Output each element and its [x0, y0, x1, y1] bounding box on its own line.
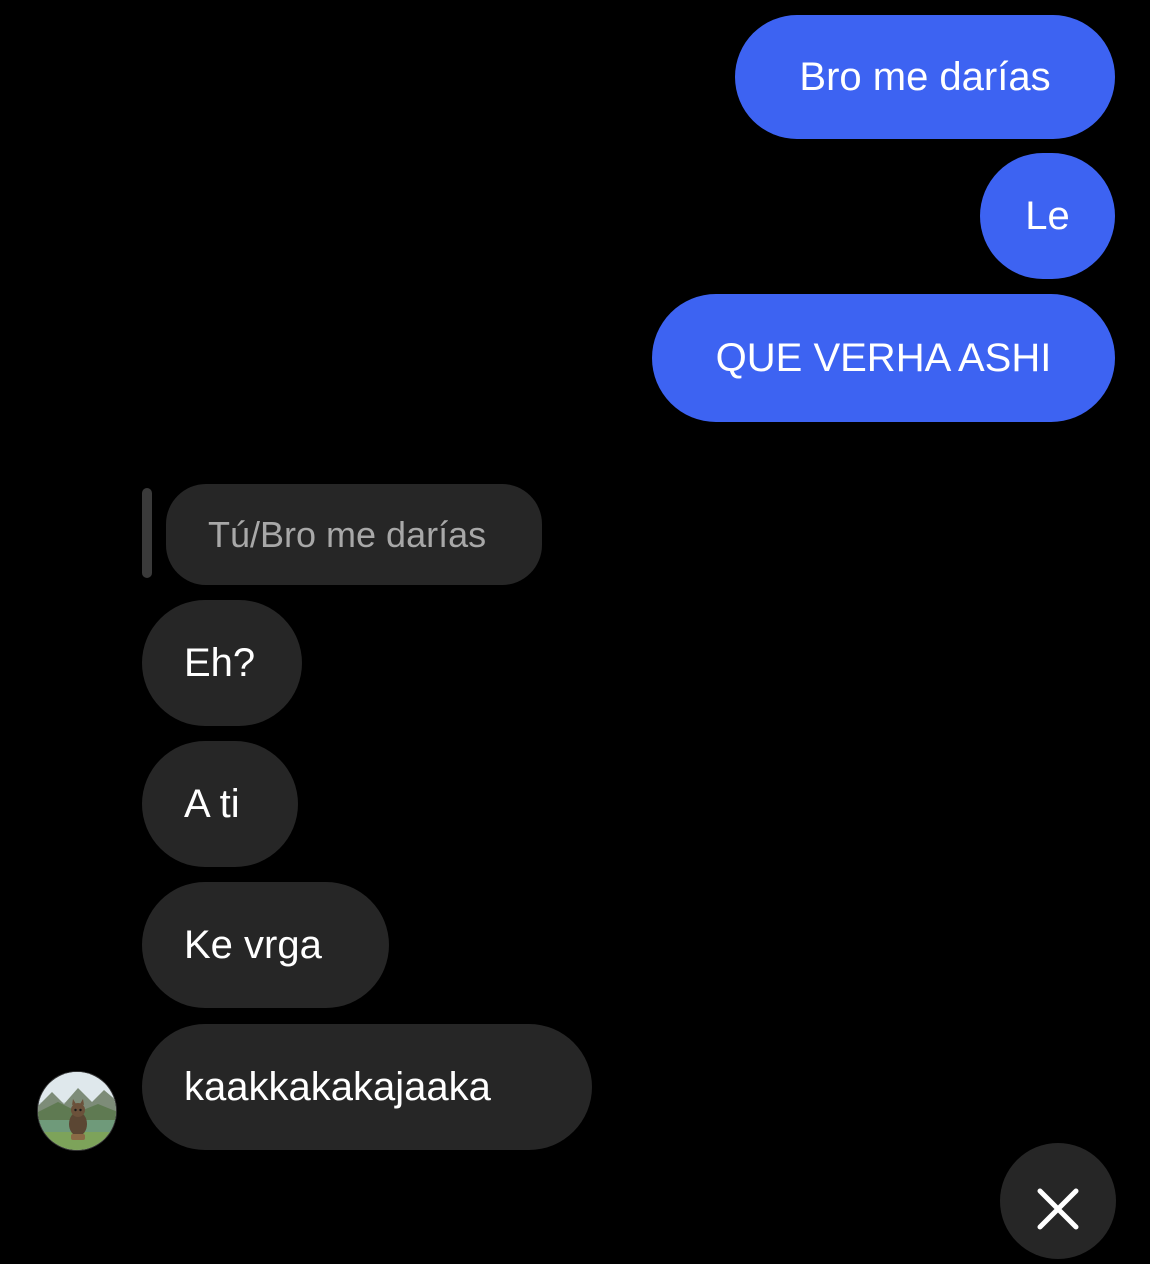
close-button[interactable] — [1000, 1143, 1116, 1259]
received-message-bubble[interactable]: kaakkakakajaaka — [142, 1024, 592, 1150]
message-text: kaakkakakajaaka — [184, 1065, 491, 1109]
sent-message-bubble[interactable]: Bro me darías — [735, 15, 1115, 139]
reply-quote-text: Tú/Bro me darías — [208, 513, 487, 555]
contact-avatar[interactable] — [37, 1071, 117, 1151]
received-message-bubble[interactable]: A ti — [142, 741, 298, 867]
message-text: Ke vrga — [184, 923, 322, 967]
message-text: QUE VERHA ASHI — [715, 336, 1052, 380]
message-text: Le — [1025, 194, 1070, 238]
message-text: A ti — [184, 782, 240, 826]
reply-indicator-bar — [142, 488, 152, 578]
received-message-bubble[interactable]: Ke vrga — [142, 882, 389, 1008]
sent-message-bubble[interactable]: Le — [980, 153, 1115, 279]
cat-landscape-avatar-icon — [38, 1072, 116, 1150]
received-message-bubble[interactable]: Eh? — [142, 600, 302, 726]
close-icon — [1037, 1188, 1079, 1230]
message-text: Bro me darías — [799, 55, 1051, 99]
reply-quote[interactable]: Tú/Bro me darías — [166, 484, 542, 585]
message-text: Eh? — [184, 641, 256, 685]
sent-message-bubble[interactable]: QUE VERHA ASHI — [652, 294, 1115, 422]
